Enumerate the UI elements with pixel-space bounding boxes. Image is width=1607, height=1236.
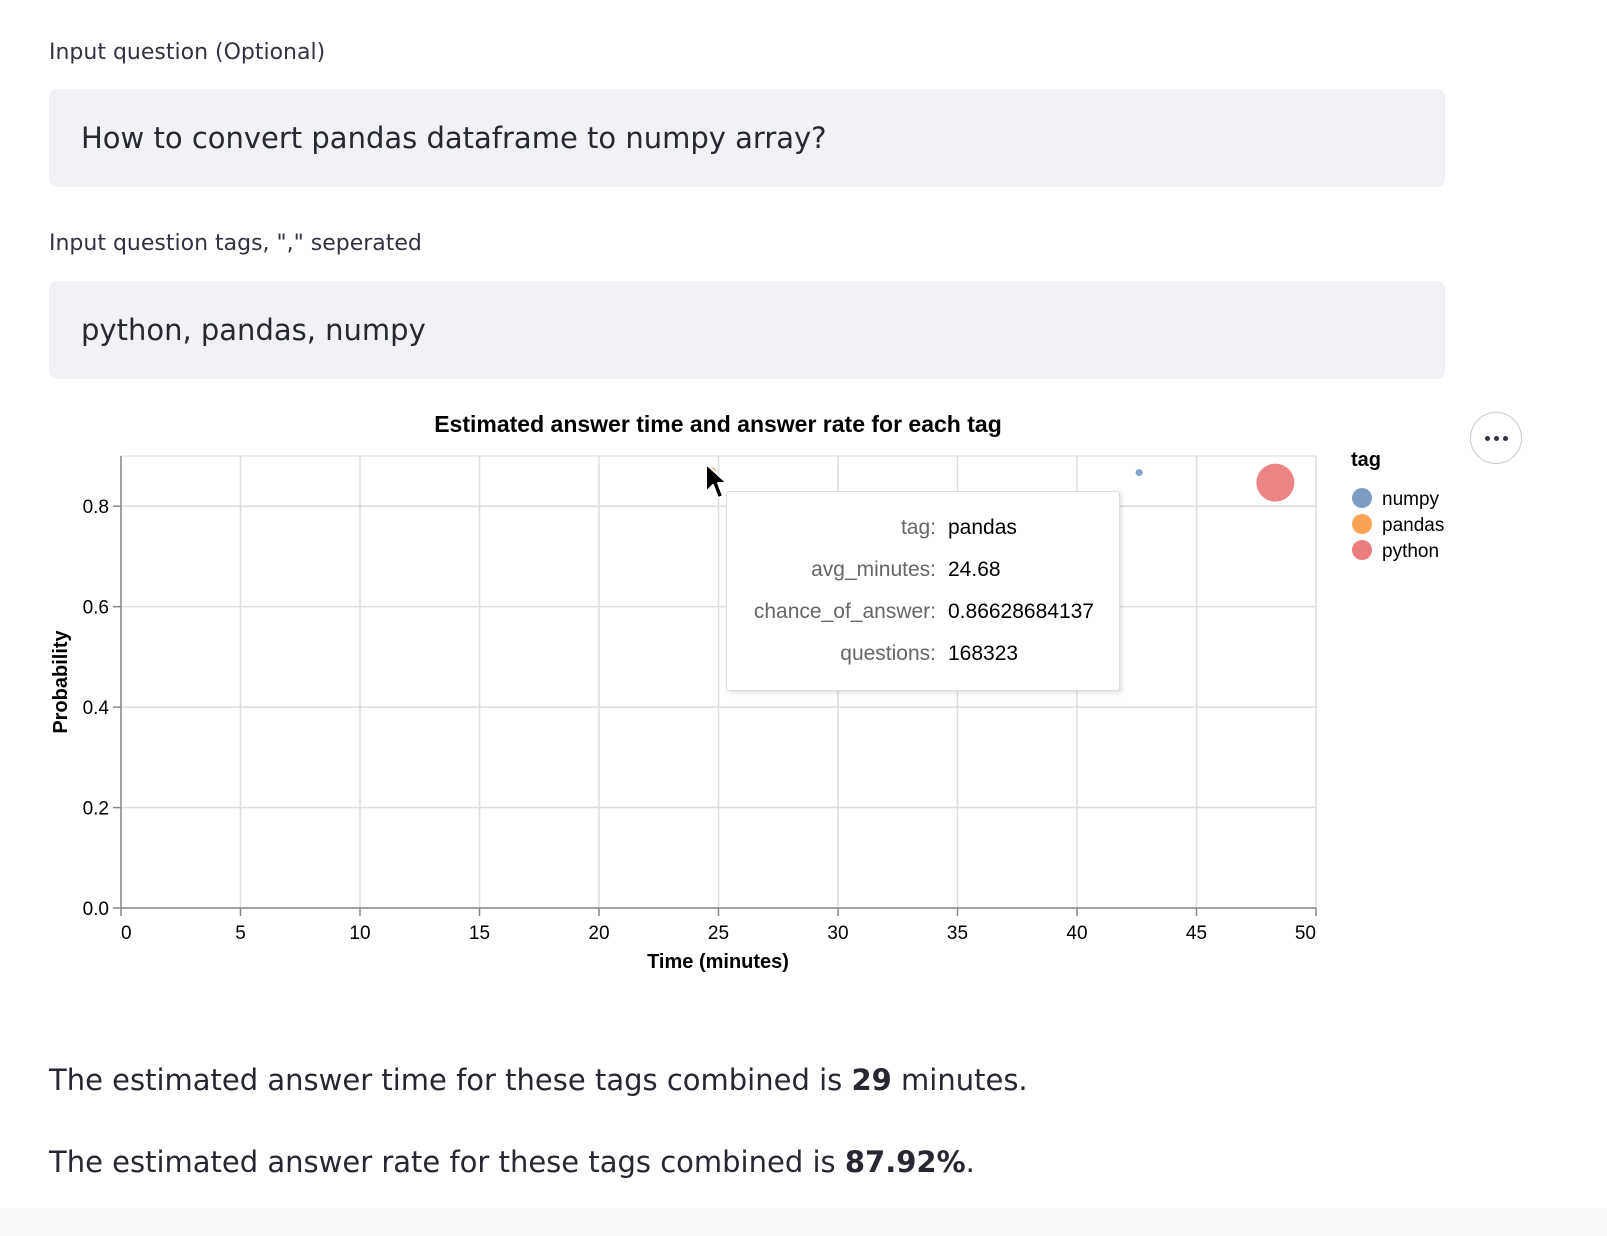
tooltip-key: avg_minutes: bbox=[811, 558, 936, 581]
tooltip-value: 0.86628684137 bbox=[948, 600, 1094, 623]
x-tick-label: 45 bbox=[1186, 923, 1207, 944]
tooltip-value: 168323 bbox=[948, 642, 1019, 665]
x-tick-label: 0 bbox=[121, 923, 132, 944]
legend-symbol-numpy bbox=[1352, 488, 1372, 508]
y-tick-label: 0.2 bbox=[83, 799, 109, 820]
y-tick-label: 0.0 bbox=[83, 899, 109, 920]
chart-canvas: Estimated answer time and answer rate fo… bbox=[50, 411, 1444, 973]
legend-label-pandas: pandas bbox=[1382, 515, 1444, 536]
x-tick-label: 5 bbox=[235, 923, 246, 944]
data-point-python bbox=[1256, 463, 1295, 502]
x-tick-label: 50 bbox=[1295, 923, 1316, 944]
answer-time-summary: The estimated answer time for these tags… bbox=[49, 1063, 1028, 1097]
chart-legend: numpy pandas python bbox=[1352, 488, 1444, 562]
summary-text: The estimated answer rate for these tags… bbox=[49, 1145, 845, 1179]
legend-label-numpy: numpy bbox=[1382, 489, 1440, 510]
y-tick-label: 0.6 bbox=[83, 598, 109, 619]
tooltip-row-chance-of-answer: chance_of_answer: 0.86628684137 bbox=[727, 600, 1119, 630]
footer-strip bbox=[0, 1208, 1607, 1236]
more-horizontal-icon bbox=[1493, 435, 1499, 441]
x-axis-title: Time (minutes) bbox=[647, 951, 789, 973]
tooltip-key: chance_of_answer: bbox=[753, 600, 936, 623]
more-horizontal-icon bbox=[1502, 435, 1508, 441]
x-tick-label: 10 bbox=[349, 923, 370, 944]
chart-grid bbox=[120, 455, 1317, 909]
legend-label-python: python bbox=[1382, 541, 1439, 562]
tooltip-value: 24.68 bbox=[948, 558, 1001, 581]
y-tick-label: 0.4 bbox=[83, 698, 110, 719]
tooltip-row-tag: tag: pandas bbox=[727, 516, 1119, 546]
summary-text: . bbox=[965, 1145, 975, 1179]
legend-symbol-python bbox=[1352, 540, 1372, 560]
y-tick-label: 0.8 bbox=[83, 497, 109, 518]
x-tick-label: 30 bbox=[827, 923, 848, 944]
data-point-numpy bbox=[1135, 469, 1143, 477]
tooltip-key: questions: bbox=[840, 642, 936, 665]
chart-tooltip: tag: pandas avg_minutes: 24.68 chance_of… bbox=[726, 491, 1120, 691]
summary-text: The estimated answer time for these tags… bbox=[49, 1063, 852, 1097]
chart-axes: 0 5 10 15 20 25 30 35 40 45 50 0.0 0.2 0.4 0.6 0.8 bbox=[83, 456, 1317, 944]
tags-input[interactable] bbox=[49, 281, 1445, 379]
tooltip-value: pandas bbox=[948, 516, 1017, 539]
x-tick-label: 15 bbox=[469, 923, 490, 944]
more-horizontal-icon bbox=[1484, 435, 1490, 441]
more-options-button[interactable] bbox=[1470, 412, 1522, 464]
question-label: Input question (Optional) bbox=[49, 40, 326, 65]
summary-text: minutes. bbox=[891, 1063, 1028, 1097]
legend-symbol-pandas bbox=[1352, 514, 1372, 534]
y-axis-title: Probability bbox=[50, 629, 72, 733]
tags-label: Input question tags, "," seperated bbox=[49, 231, 422, 256]
answer-rate-value: 87.92% bbox=[844, 1145, 966, 1179]
x-tick-label: 40 bbox=[1066, 923, 1087, 944]
tooltip-row-avg-minutes: avg_minutes: 24.68 bbox=[727, 558, 1119, 588]
mouse-pointer-icon bbox=[705, 463, 728, 499]
tooltip-row-questions: questions: 168323 bbox=[727, 642, 1119, 672]
scatter-chart[interactable]: Estimated answer time and answer rate fo… bbox=[0, 400, 1607, 990]
tooltip-key: tag: bbox=[900, 516, 936, 539]
chart-title: Estimated answer time and answer rate fo… bbox=[434, 411, 1002, 437]
answer-rate-summary: The estimated answer rate for these tags… bbox=[49, 1145, 975, 1179]
x-tick-label: 20 bbox=[588, 923, 609, 944]
x-tick-label: 25 bbox=[708, 923, 729, 944]
question-input[interactable] bbox=[49, 89, 1445, 187]
x-tick-label: 35 bbox=[947, 923, 968, 944]
legend-title: tag bbox=[1351, 449, 1381, 471]
answer-time-value: 29 bbox=[851, 1063, 892, 1097]
